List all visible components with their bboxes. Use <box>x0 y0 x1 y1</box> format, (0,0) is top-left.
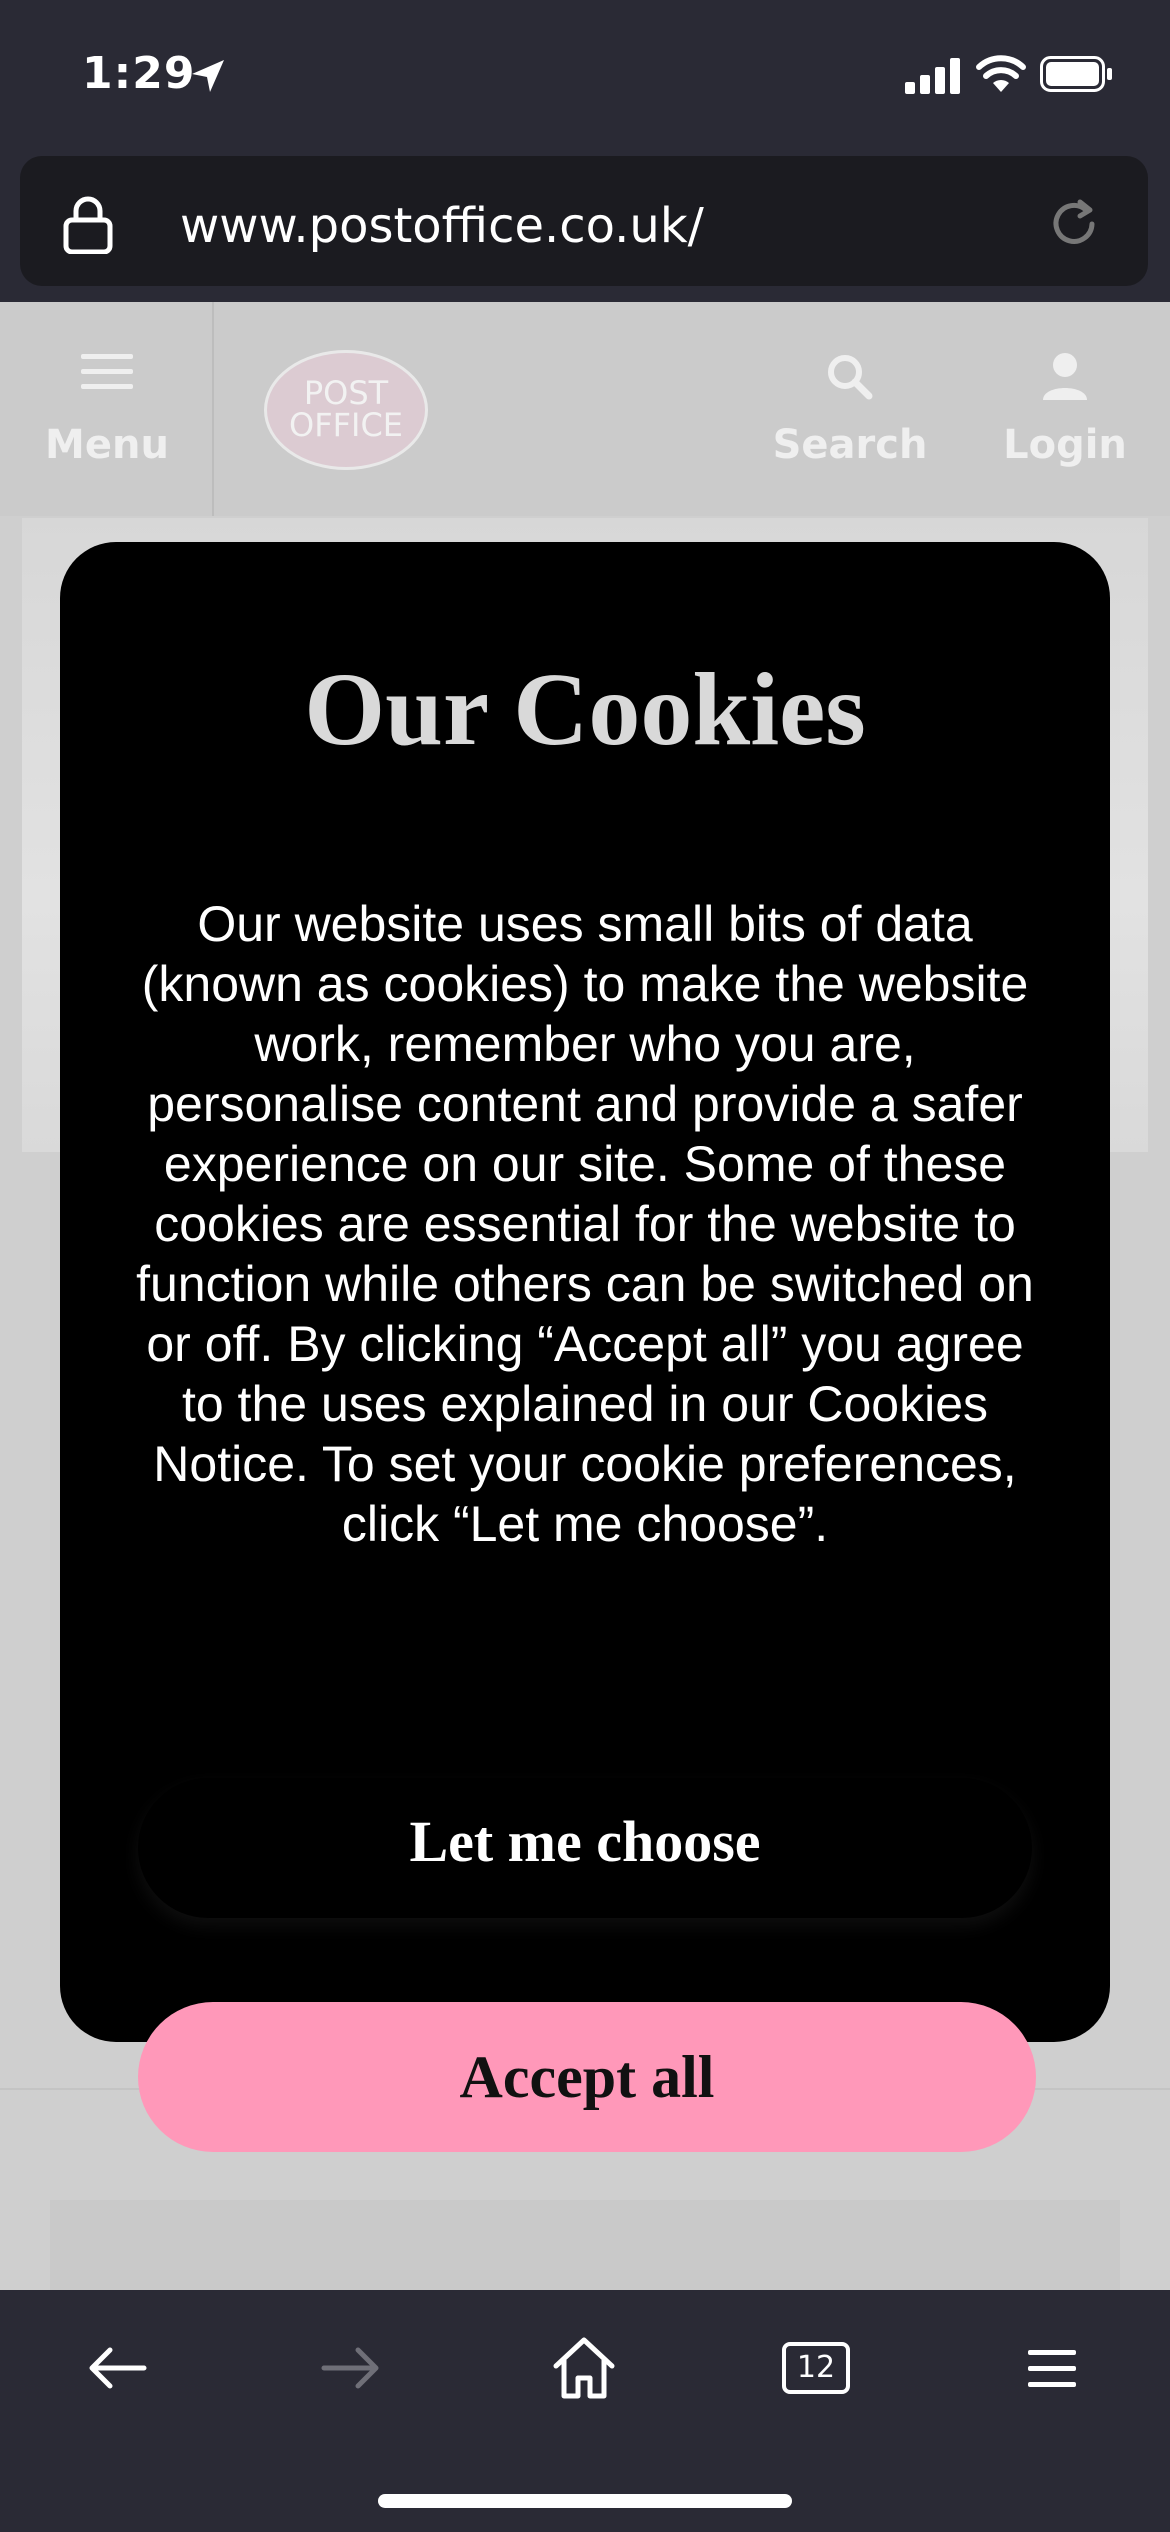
menu-button[interactable]: Menu <box>30 302 184 516</box>
cookie-dialog: Our Cookies Our website uses small bits … <box>60 542 1110 2042</box>
home-indicator[interactable] <box>378 2494 792 2508</box>
forward-arrow-icon[interactable] <box>310 2328 390 2408</box>
wifi-icon <box>976 54 1026 99</box>
tab-count: 12 <box>782 2342 850 2394</box>
location-arrow-icon <box>188 56 228 101</box>
search-icon <box>828 355 873 400</box>
dialog-title: Our Cookies <box>304 652 866 767</box>
home-icon[interactable] <box>544 2328 624 2408</box>
hamburger-icon <box>81 354 133 389</box>
reload-icon[interactable] <box>1044 194 1104 259</box>
page-content-strip <box>50 2200 1120 2290</box>
logo-line-1: POST <box>303 374 389 412</box>
url-text[interactable]: www.postoffice.co.uk/ <box>180 198 704 254</box>
logo-line-2: OFFICE <box>289 406 403 444</box>
address-bar[interactable]: www.postoffice.co.uk/ <box>20 156 1148 286</box>
lock-icon <box>62 194 114 259</box>
browser-chrome: www.postoffice.co.uk/ <box>0 152 1170 302</box>
status-time: 1:29 <box>82 48 196 99</box>
search-button[interactable]: Search <box>770 302 930 516</box>
user-icon <box>1043 353 1087 400</box>
search-label: Search <box>772 422 928 468</box>
site-header: Menu POST OFFICE Search Login <box>0 302 1170 516</box>
tabs-button[interactable]: 12 <box>778 2328 858 2408</box>
battery-icon <box>1040 56 1114 97</box>
divider <box>212 302 214 516</box>
menu-label: Menu <box>45 422 169 468</box>
post-office-logo[interactable]: POST OFFICE <box>264 350 428 470</box>
menu-icon[interactable] <box>1012 2328 1092 2408</box>
dialog-body: Our website uses small bits of data (kno… <box>136 896 1034 1552</box>
let-me-choose-button[interactable]: Let me choose <box>138 1778 1032 1918</box>
accept-all-button[interactable]: Accept all <box>138 2002 1036 2152</box>
login-label: Login <box>1003 422 1127 468</box>
signal-icon <box>905 58 961 99</box>
status-bar: 1:29 <box>0 0 1170 152</box>
login-button[interactable]: Login <box>990 302 1140 516</box>
back-arrow-icon[interactable] <box>78 2328 158 2408</box>
